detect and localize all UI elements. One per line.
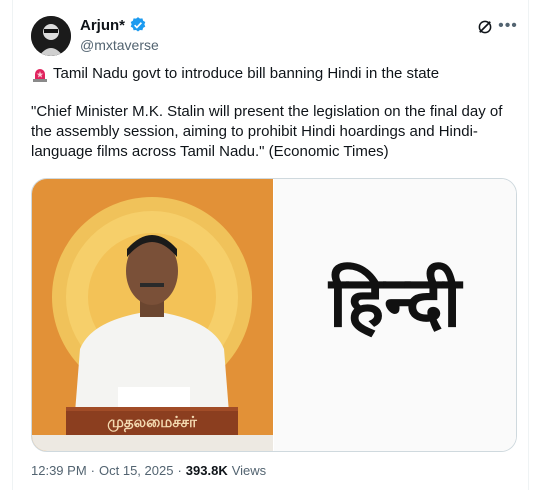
views-count: 393.8K: [185, 463, 228, 478]
post-time[interactable]: 12:39 PM: [31, 463, 87, 478]
grok-icon[interactable]: [476, 18, 494, 36]
right-border: [528, 0, 529, 490]
post-headline: Tamil Nadu govt to introduce bill bannin…: [53, 65, 440, 82]
more-icon[interactable]: •••: [496, 14, 520, 38]
meta-separator-2: ·: [177, 463, 182, 478]
left-border: [12, 0, 13, 490]
post-meta: 12:39 PM · Oct 15, 2025 · 393.8K Views: [31, 463, 266, 478]
stalin-photo[interactable]: முதலமைச்சர்: [32, 179, 273, 451]
meta-separator: ·: [90, 463, 95, 478]
media-grid[interactable]: முதலமைச்சர் हिन्दी: [31, 178, 517, 452]
podium-label: முதலமைச்சர்: [107, 413, 198, 432]
avatar[interactable]: [31, 16, 71, 56]
hindi-word: हिन्दी: [328, 261, 462, 343]
post-date[interactable]: Oct 15, 2025: [99, 463, 173, 478]
author-name-row: Arjun*: [80, 16, 147, 34]
post-quote: "Chief Minister M.K. Stalin will present…: [31, 103, 503, 160]
author-handle[interactable]: @mxtaverse: [80, 37, 159, 53]
siren-icon: [31, 65, 49, 83]
hindi-image[interactable]: हिन्दी: [274, 179, 516, 451]
verified-badge-icon: [129, 16, 147, 34]
display-name[interactable]: Arjun*: [80, 17, 125, 34]
views-label: Views: [231, 463, 267, 478]
post-headline-line: Tamil Nadu govt to introduce bill bannin…: [31, 64, 439, 84]
